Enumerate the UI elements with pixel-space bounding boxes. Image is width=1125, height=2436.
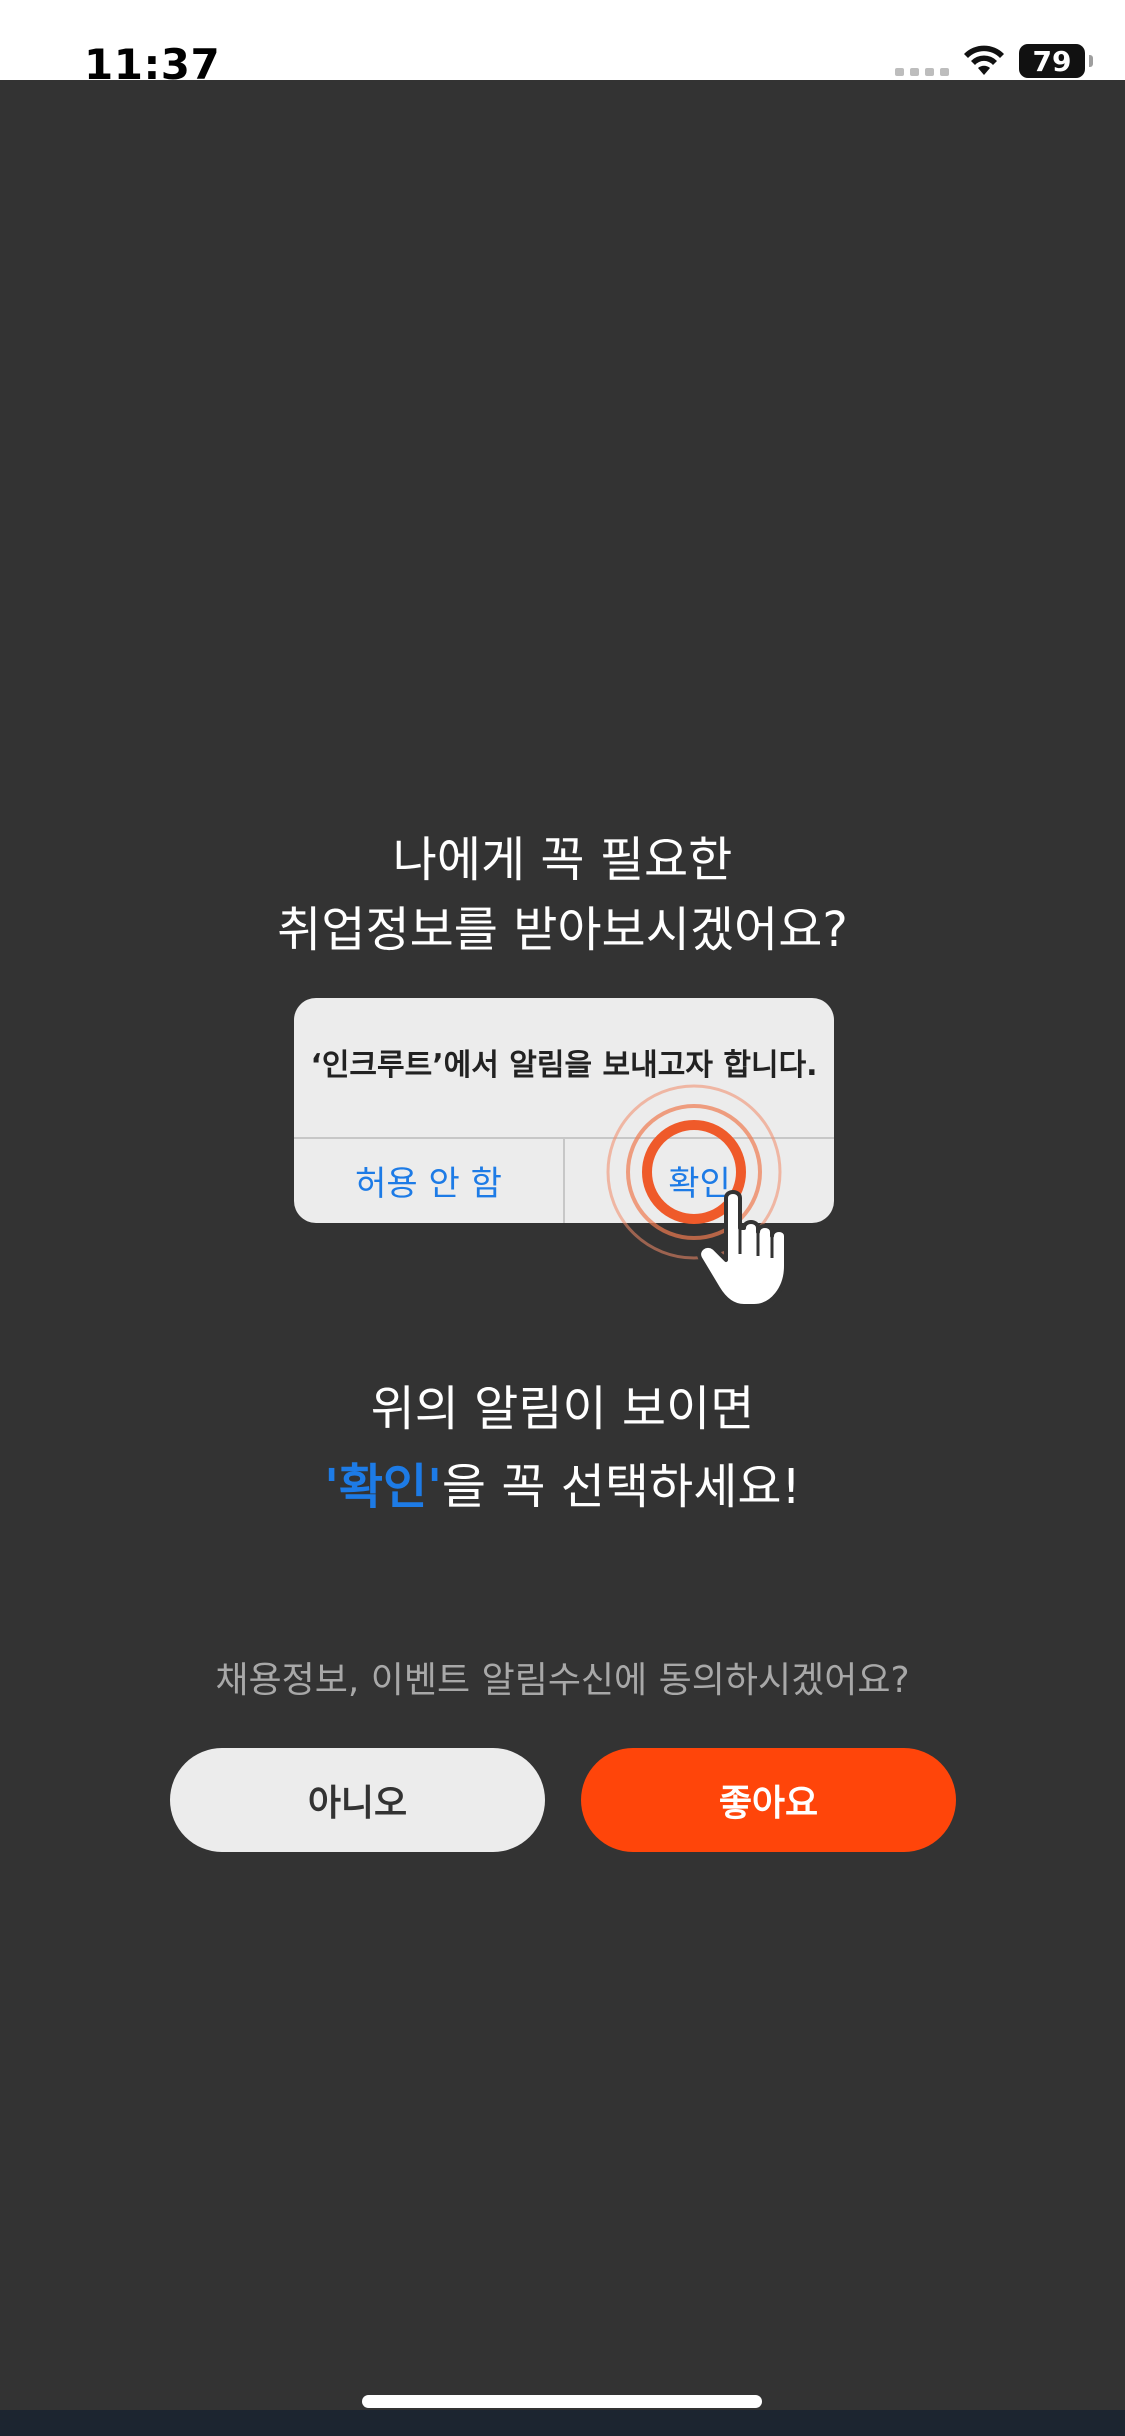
- status-bar: 11:37 79: [0, 0, 1125, 89]
- alert-deny-label: 허용 안 함: [355, 1164, 502, 1204]
- headline-line-2: 취업정보를 받아보시겠어요?: [277, 902, 848, 958]
- instruction-line-2-rest: 을 꼭 선택하세요!: [441, 1459, 801, 1515]
- status-icons: 79: [895, 44, 1093, 78]
- background-content-strip: [0, 2410, 1125, 2436]
- instruction-line-1: 위의 알림이 보이면: [370, 1381, 755, 1437]
- alert-message: ‘인크루트’에서 알림을 보내고자 합니다.: [310, 1048, 818, 1083]
- wifi-icon: [964, 45, 1004, 75]
- battery-icon: 79: [1019, 44, 1093, 78]
- instruction-text: 위의 알림이 보이면 '확인'을 꼭 선택하세요!: [0, 1370, 1125, 1526]
- decline-button[interactable]: 아니오: [170, 1748, 545, 1852]
- headline: 나에게 꼭 필요한 취업정보를 받아보시겠어요?: [0, 825, 1125, 965]
- instruction-line-2: '확인'을 꼭 선택하세요!: [0, 1448, 1125, 1526]
- accept-button[interactable]: 좋아요: [581, 1748, 956, 1852]
- headline-line-1: 나에게 꼭 필요한: [392, 832, 733, 888]
- cellular-signal-icon: [895, 46, 949, 76]
- consent-question: 채용정보, 이벤트 알림수신에 동의하시겠어요?: [215, 1660, 910, 1701]
- notification-permission-overlay: 나에게 꼭 필요한 취업정보를 받아보시겠어요? ‘인크루트’에서 알림을 보내…: [0, 80, 1125, 2436]
- instruction-highlight: '확인': [324, 1459, 442, 1515]
- home-indicator[interactable]: [362, 2395, 762, 2408]
- battery-level: 79: [1032, 44, 1072, 78]
- alert-allow-label: 확인: [668, 1164, 731, 1204]
- example-permission-alert: ‘인크루트’에서 알림을 보내고자 합니다. 허용 안 함 확인: [294, 998, 834, 1308]
